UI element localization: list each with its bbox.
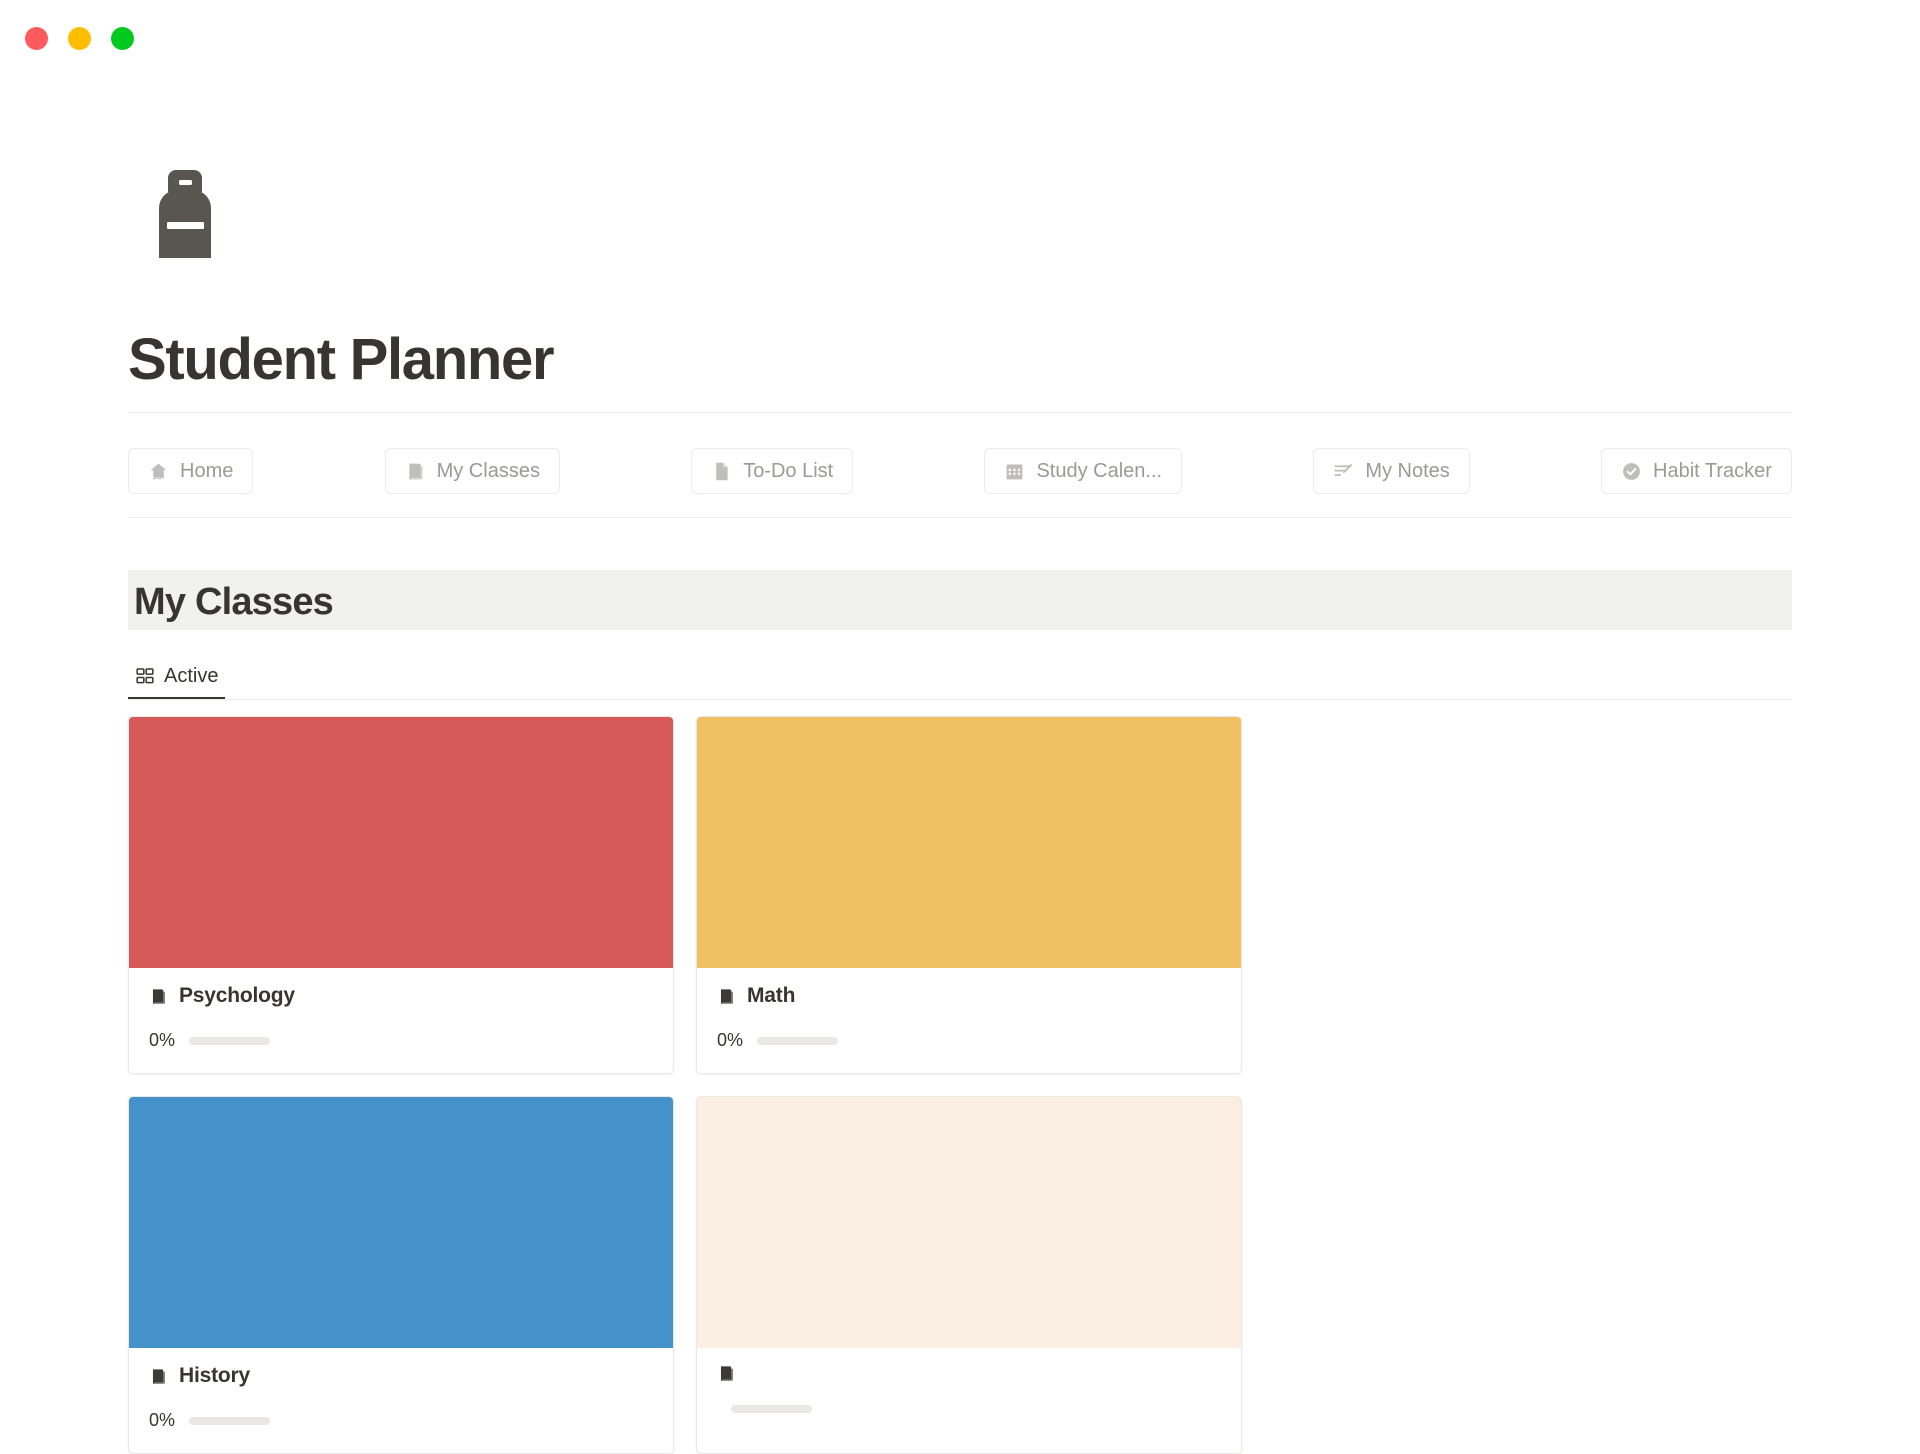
progress-track — [757, 1036, 839, 1045]
home-icon — [148, 461, 169, 482]
nav-tab-my-classes[interactable]: My Classes — [384, 448, 560, 494]
card-title-row — [717, 1364, 1221, 1383]
book-icon — [717, 987, 736, 1006]
card-progress: 0% — [149, 1030, 653, 1051]
nav-tab-label: To-Do List — [743, 459, 834, 482]
view-tab-label: Active — [164, 664, 219, 687]
nav-tab-label: My Notes — [1365, 459, 1450, 482]
view-tab-active[interactable]: Active — [128, 655, 226, 699]
backpack-icon[interactable] — [155, 168, 215, 260]
traffic-lights — [25, 27, 134, 50]
close-window-button[interactable] — [25, 27, 48, 50]
class-card-fourth[interactable] — [696, 1096, 1242, 1454]
section-header-band — [128, 570, 1792, 630]
class-gallery: Psychology 0% Math 0% History 0% — [128, 716, 1808, 1454]
progress-track — [731, 1405, 812, 1413]
maximize-window-button[interactable] — [111, 27, 134, 50]
section-title: My Classes — [134, 581, 334, 623]
class-card-history[interactable]: History 0% — [128, 1096, 674, 1454]
card-body: Psychology 0% — [129, 968, 673, 1073]
card-title: History — [179, 1364, 250, 1387]
nav-tab-study-calendar[interactable]: Study Calen... — [984, 448, 1183, 494]
card-title-row: History — [149, 1364, 653, 1388]
progress-label: 0% — [149, 1410, 176, 1430]
book-icon — [149, 987, 168, 1006]
progress-track — [189, 1416, 271, 1425]
book-icon — [149, 1367, 168, 1386]
notes-pencil-icon — [1333, 461, 1354, 482]
nav-tab-home[interactable]: Home — [128, 448, 254, 494]
nav-tab-label: Home — [180, 459, 234, 482]
nav-tab-label: Habit Tracker — [1653, 459, 1772, 482]
database-view-tabs: Active — [128, 655, 1792, 700]
divider-above-nav — [128, 412, 1792, 413]
calendar-icon — [1004, 461, 1025, 482]
divider-below-nav — [128, 517, 1792, 518]
class-card-psychology[interactable]: Psychology 0% — [128, 716, 674, 1074]
nav-tab-habit-tracker[interactable]: Habit Tracker — [1601, 448, 1792, 494]
card-cover — [129, 717, 673, 968]
minimize-window-button[interactable] — [68, 27, 91, 50]
app-window: Student Planner Home My Classes To-Do Li… — [0, 0, 1920, 1454]
nav-tab-my-notes[interactable]: My Notes — [1313, 448, 1470, 494]
check-circle-icon — [1621, 461, 1642, 482]
card-body: Math 0% — [697, 968, 1241, 1073]
book-icon — [405, 461, 426, 482]
progress-track — [189, 1036, 271, 1045]
nav-tab-to-do-list[interactable]: To-Do List — [691, 448, 854, 494]
card-progress: 0% — [149, 1410, 653, 1431]
card-title-row: Psychology — [149, 984, 653, 1008]
page-title: Student Planner — [128, 327, 555, 392]
primary-nav: Home My Classes To-Do List Study Calen..… — [128, 448, 1792, 494]
card-body: History 0% — [129, 1348, 673, 1453]
card-progress: 0% — [717, 1030, 1221, 1051]
nav-tab-label: My Classes — [436, 459, 540, 482]
document-icon — [711, 461, 732, 482]
class-card-math[interactable]: Math 0% — [696, 716, 1242, 1074]
progress-label: 0% — [717, 1030, 744, 1050]
card-title: Psychology — [179, 984, 295, 1007]
card-title: Math — [747, 984, 796, 1007]
window-titlebar — [0, 0, 1920, 74]
card-cover — [697, 717, 1241, 968]
card-progress — [717, 1405, 1221, 1413]
card-body — [697, 1348, 1241, 1435]
book-icon — [717, 1364, 736, 1383]
nav-tab-label: Study Calen... — [1036, 459, 1163, 482]
progress-label: 0% — [149, 1030, 176, 1050]
gallery-grid-icon — [135, 666, 155, 686]
card-title-row: Math — [717, 984, 1221, 1008]
card-cover — [697, 1097, 1241, 1348]
card-cover — [129, 1097, 673, 1348]
